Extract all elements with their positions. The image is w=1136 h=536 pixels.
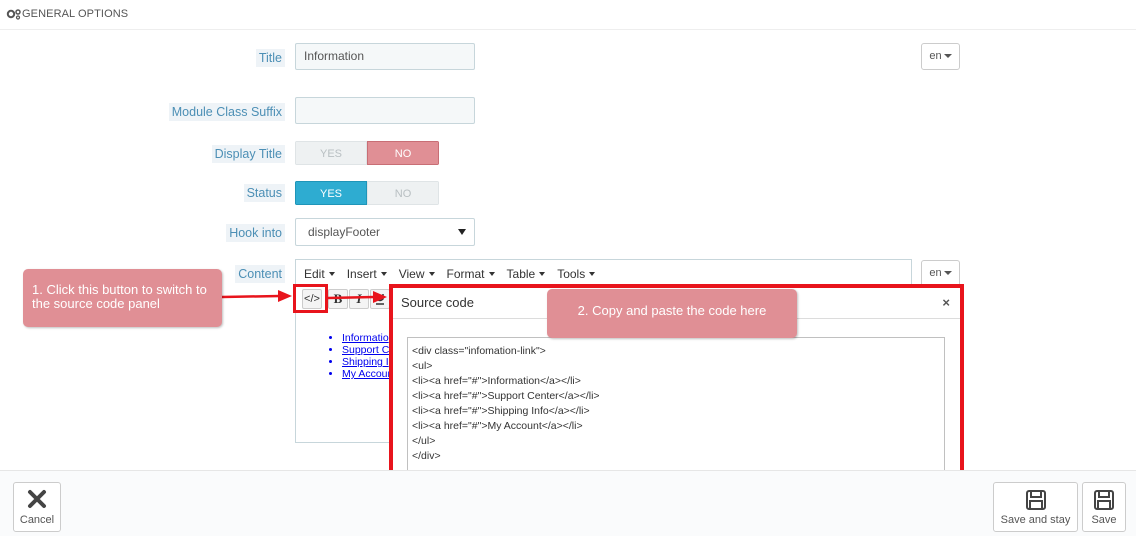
menu-insert[interactable]: Insert [347, 267, 387, 281]
save-icon [1094, 490, 1114, 510]
hook-into-label: Hook into [226, 224, 285, 242]
save-button[interactable]: Save [1082, 482, 1126, 532]
list-item[interactable]: Support C [342, 344, 393, 356]
status-label: Status [243, 184, 285, 202]
caret-down-icon [943, 54, 952, 59]
caret-down-icon [380, 271, 387, 276]
title-label: Title [255, 49, 285, 67]
content-lang-dropdown[interactable]: en [921, 260, 960, 287]
menu-table-label: Table [506, 266, 536, 281]
close-icon[interactable]: × [942, 295, 950, 310]
display-title-switch: YES NO [295, 141, 439, 165]
panel-title: GENERAL OPTIONS [22, 8, 129, 20]
hook-into-select[interactable]: displayFooter [295, 218, 475, 246]
menu-tools-label: Tools [557, 266, 586, 281]
menu-edit-label: Edit [304, 266, 325, 281]
panel-heading: GENERAL OPTIONS [0, 0, 1136, 30]
cancel-button[interactable]: Cancel [13, 482, 61, 532]
caret-down-icon [428, 271, 435, 276]
underline-button[interactable] [370, 289, 390, 309]
editor-content[interactable]: Informatio Support C Shipping I My Accou… [342, 332, 393, 380]
menu-format[interactable]: Format [447, 267, 495, 281]
list-item[interactable]: My Accoun [342, 368, 393, 380]
module-class-suffix-input[interactable] [295, 97, 475, 124]
menu-view-label: View [398, 266, 425, 281]
cancel-label: Cancel [19, 514, 55, 526]
lang-label: en [929, 267, 942, 279]
display-title-label: Display Title [211, 145, 285, 163]
bold-button[interactable]: B [328, 289, 348, 309]
title-lang-dropdown[interactable]: en [921, 43, 960, 70]
save-and-stay-label: Save and stay [1000, 514, 1071, 526]
menu-insert-label: Insert [346, 266, 377, 281]
annotation-step-2: 2. Copy and paste the code here [547, 289, 797, 338]
menu-table[interactable]: Table [507, 267, 546, 281]
display-title-no[interactable]: NO [367, 141, 439, 165]
dropdown-arrow-icon [458, 229, 466, 235]
arrow-line-1 [221, 294, 281, 299]
menu-edit[interactable]: Edit [304, 267, 335, 281]
menu-view[interactable]: View [399, 267, 435, 281]
italic-button[interactable]: I [349, 289, 369, 309]
status-switch: YES NO [295, 181, 439, 205]
title-input[interactable]: Information [295, 43, 475, 70]
close-icon [28, 490, 46, 508]
caret-down-icon [589, 271, 596, 276]
status-yes[interactable]: YES [295, 181, 367, 205]
dialog-title: Source code [401, 295, 474, 310]
save-and-stay-button[interactable]: Save and stay [993, 482, 1078, 532]
menu-format-label: Format [446, 266, 485, 281]
content-label: Content [235, 265, 285, 283]
menu-tools[interactable]: Tools [557, 266, 596, 281]
list-item[interactable]: Informatio [342, 332, 393, 344]
caret-down-icon [539, 271, 546, 276]
annotation-step-1: 1. Click this button to switch to the so… [23, 269, 222, 327]
display-title-yes[interactable]: YES [295, 141, 367, 165]
caret-down-icon [488, 271, 495, 276]
status-no[interactable]: NO [367, 181, 439, 205]
arrow-head-1 [278, 290, 292, 302]
caret-down-icon [943, 271, 952, 276]
save-icon [1025, 490, 1046, 510]
caret-down-icon [328, 271, 335, 276]
hook-into-value: displayFooter [308, 225, 381, 239]
source-button-highlight [293, 284, 328, 313]
list-item[interactable]: Shipping I [342, 356, 393, 368]
save-label: Save [1091, 514, 1117, 526]
underline-icon [376, 294, 384, 305]
lang-label: en [929, 50, 942, 62]
editor-menubar: Edit Insert View Format Table Tools [296, 260, 911, 287]
module-class-suffix-label: Module Class Suffix [168, 103, 285, 121]
gears-icon [6, 9, 21, 20]
panel-footer: Cancel Save and stay Save [0, 470, 1136, 536]
